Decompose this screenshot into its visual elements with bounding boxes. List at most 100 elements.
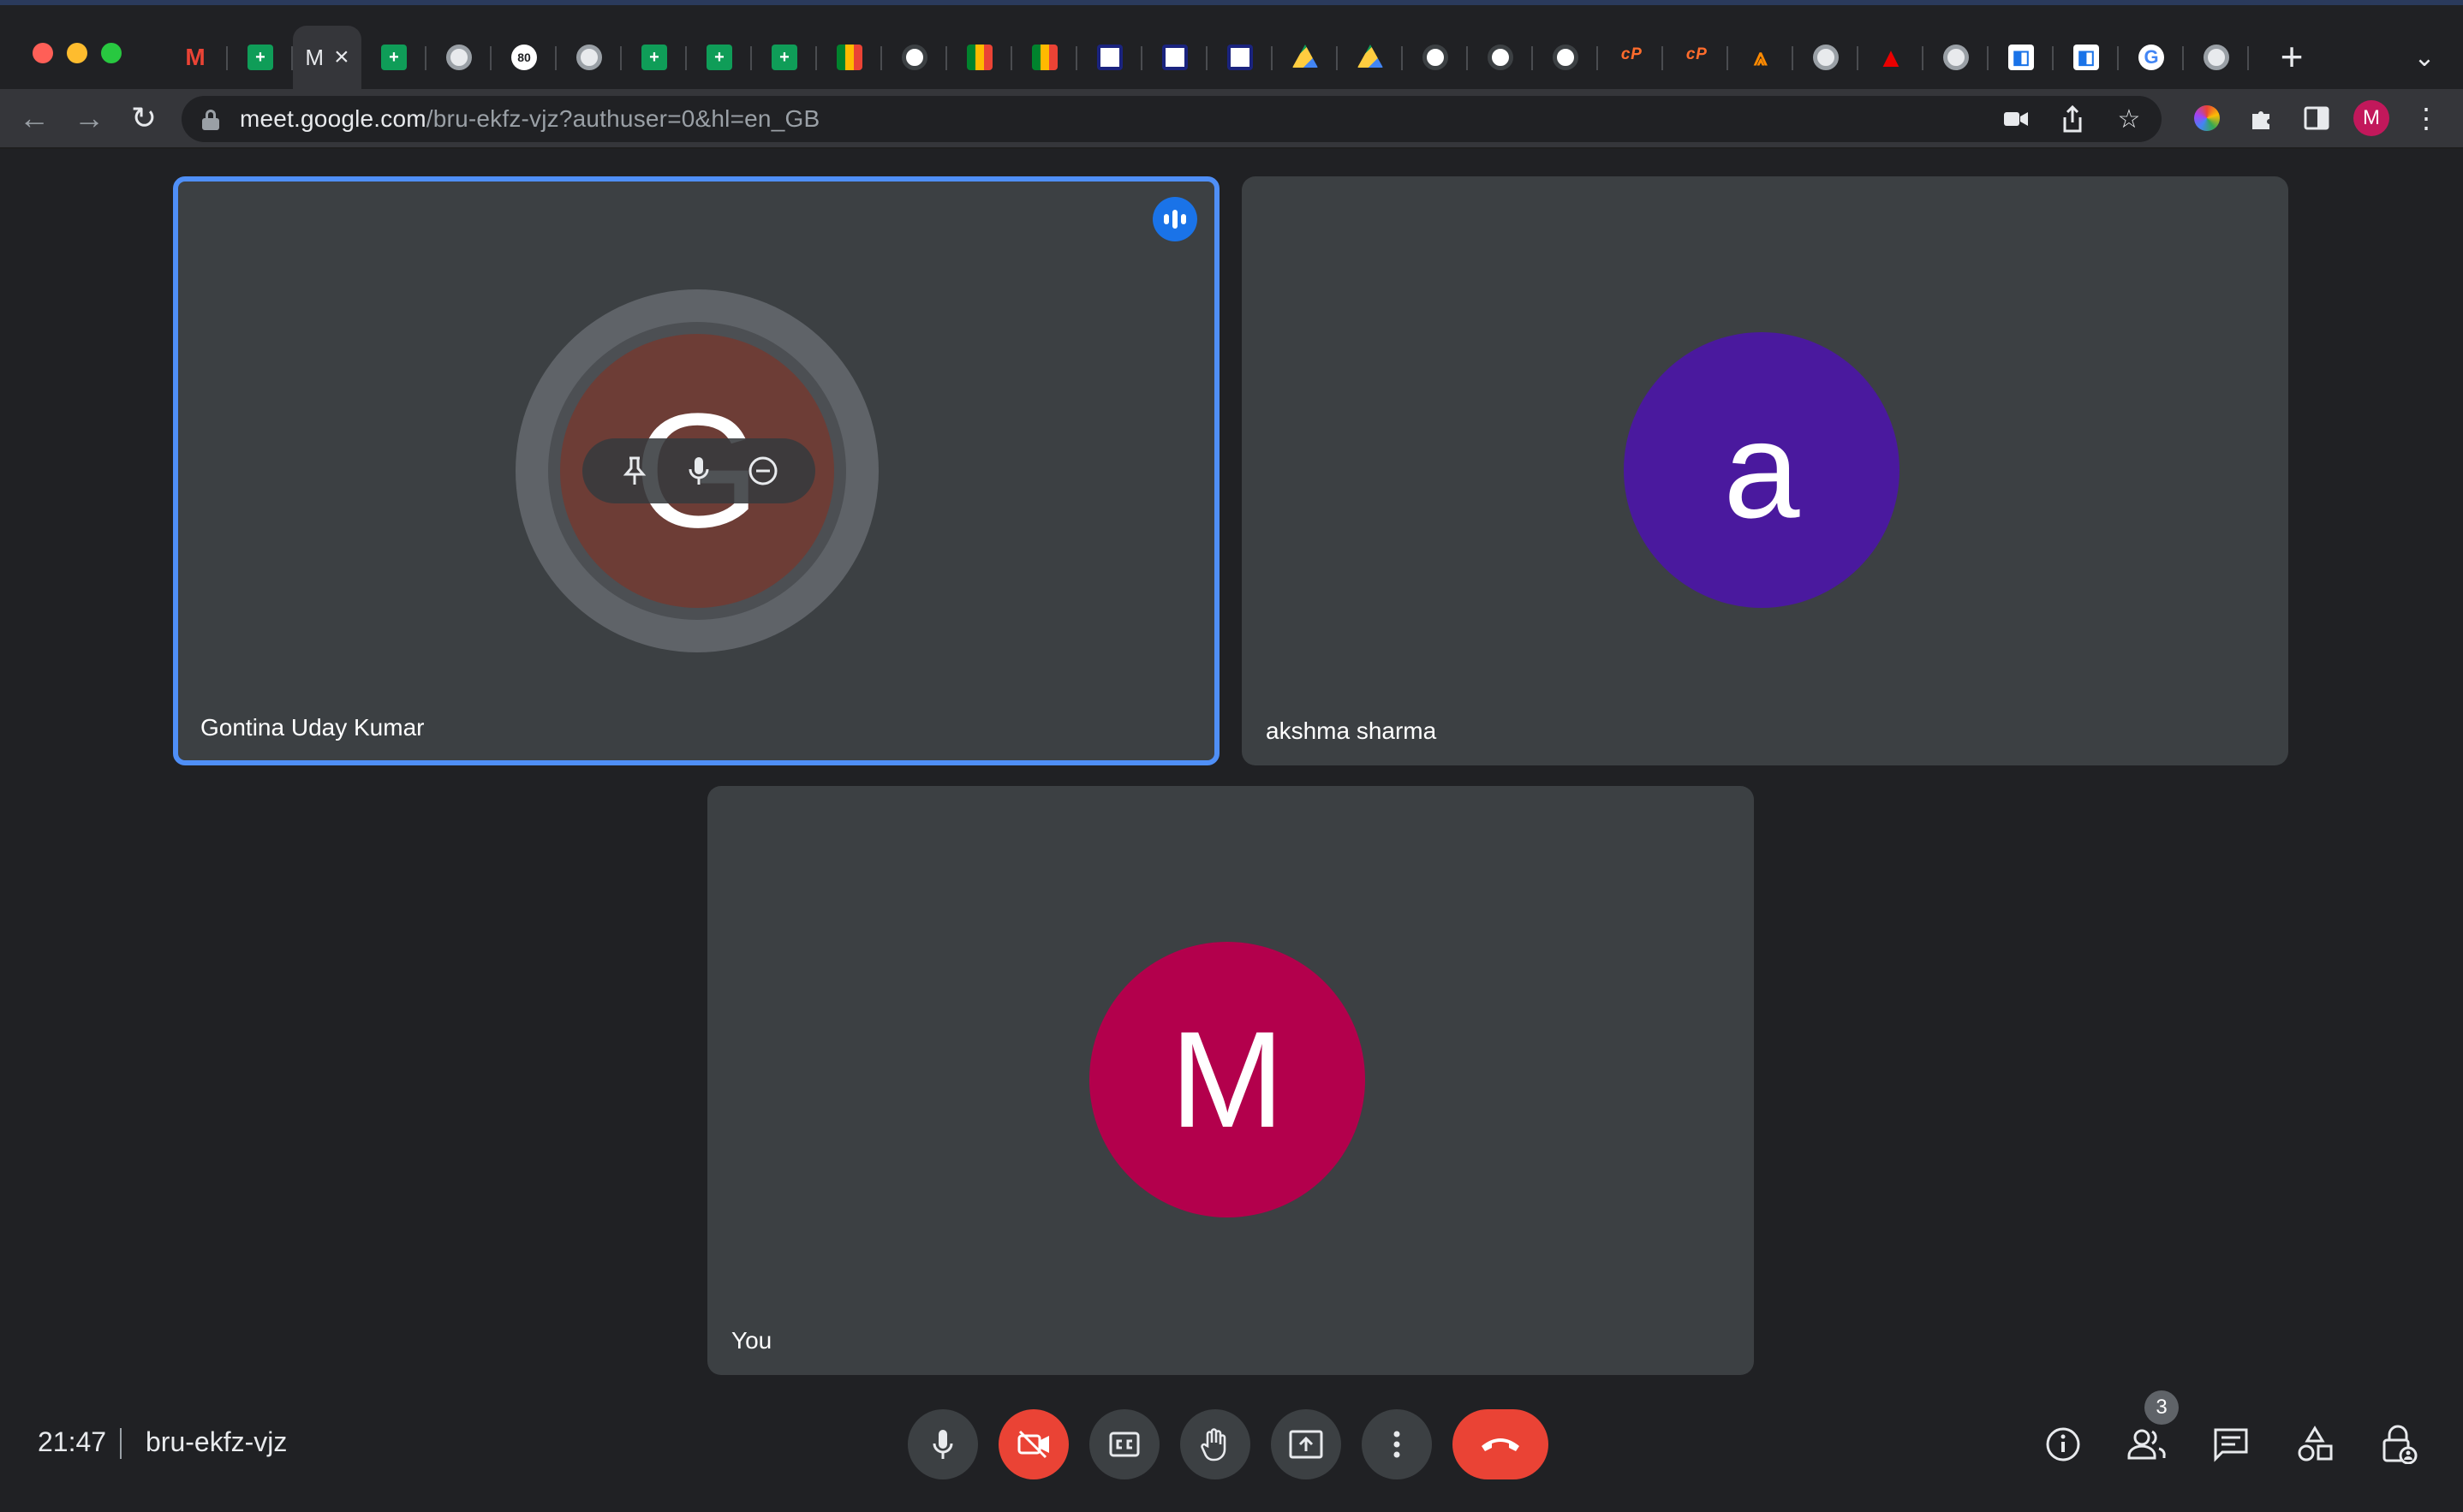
address-bar[interactable]: meet.google.com/bru-ekfz-vjz?authuser=0&… [182,96,2162,142]
closed-captions-icon [1109,1432,1140,1457]
meeting-clock: 21:47 [38,1426,107,1457]
participant-tile-self[interactable]: M You [707,786,1754,1375]
globe-icon [2204,45,2229,70]
bookmark-star-icon[interactable]: ☆ [2114,104,2144,134]
reload-icon[interactable]: ↻ [123,98,164,139]
tab-globe[interactable] [1533,26,1598,89]
present-screen-icon [1289,1430,1323,1459]
meeting-side-controls: 3 [2037,1390,2425,1471]
globe-icon [576,45,602,70]
browser-menu-icon[interactable]: ⋮ [2408,100,2444,136]
tab-sheets[interactable]: + [752,26,817,89]
tab-gmail[interactable]: M [163,26,228,89]
tab-globe[interactable] [1923,26,1989,89]
meeting-details-button[interactable] [2037,1418,2090,1471]
url-text[interactable]: meet.google.com/bru-ekfz-vjz?authuser=0&… [240,105,820,133]
book-icon: ◧ [2073,45,2099,70]
share-icon[interactable] [2057,104,2088,134]
meet-icon [1032,45,1058,70]
tab-sheets[interactable]: + [228,26,293,89]
back-arrow-icon[interactable]: ← [14,98,55,139]
globe-icon [1553,45,1578,70]
close-tab-icon[interactable]: × [334,43,349,72]
meeting-code: bru-ekfz-vjz [146,1426,288,1457]
pin-icon[interactable] [616,452,653,490]
profile-avatar[interactable]: M [2353,100,2389,136]
tab-acrobat[interactable]: ▲ [1858,26,1923,89]
lock-icon[interactable] [200,108,221,130]
divider [120,1428,122,1459]
activities-button[interactable] [2288,1418,2341,1471]
tab-meet[interactable] [1012,26,1077,89]
tab-drive[interactable] [1338,26,1403,89]
maximize-window-button[interactable] [101,43,122,63]
host-controls-button[interactable] [2372,1418,2425,1471]
tab-search-chevron-icon[interactable]: ⌄ [2403,36,2446,79]
tab-book[interactable]: ◧ [2054,26,2119,89]
vi-icon [1162,45,1188,70]
extensions-puzzle-icon[interactable] [2244,100,2280,136]
people-icon [2127,1429,2166,1460]
tab-vi[interactable] [1208,26,1273,89]
tab-globe[interactable] [426,26,492,89]
tab-bridge[interactable]: ⩓ [1728,26,1793,89]
people-button[interactable]: 3 [2120,1390,2179,1471]
tab-cp[interactable]: ᶜᴾ [1598,26,1663,89]
microphone-button[interactable] [908,1409,978,1479]
globe-icon [1813,45,1839,70]
new-tab-button[interactable]: + [2269,34,2314,79]
tab-globe[interactable] [1468,26,1533,89]
chat-button[interactable] [2204,1418,2257,1471]
minimize-window-button[interactable] [67,43,87,63]
tab-meet[interactable] [817,26,882,89]
tab-sheets[interactable]: + [687,26,752,89]
more-options-button[interactable] [1362,1409,1432,1479]
tile-hover-controls [582,438,815,503]
tab-globe[interactable] [557,26,622,89]
sheets-icon: + [381,45,407,70]
raise-hand-button[interactable] [1180,1409,1250,1479]
tab-drive[interactable] [1273,26,1338,89]
meet-icon [967,45,993,70]
host-controls-lock-icon [2382,1425,2418,1464]
microphone-icon [933,1430,953,1459]
tab-sheets[interactable]: + [622,26,687,89]
tab-meet[interactable] [947,26,1012,89]
leave-call-button[interactable] [1452,1409,1548,1479]
acrobat-icon: ▲ [1877,41,1905,73]
cp-icon: ᶜᴾ [1685,44,1707,70]
tab-vi[interactable] [1142,26,1208,89]
close-window-button[interactable] [33,43,53,63]
mute-participant-mic-icon[interactable] [680,452,718,490]
vi-icon [1097,45,1123,70]
tab-sheets[interactable]: + [361,26,426,89]
tab-whatsapp[interactable]: 80 [492,26,557,89]
tab-globe[interactable] [2184,26,2249,89]
camera-in-use-icon[interactable] [2001,104,2031,134]
remove-participant-icon[interactable] [744,452,782,490]
globe-icon [1488,45,1513,70]
chat-icon [2214,1428,2248,1462]
forward-arrow-icon[interactable]: → [69,98,110,139]
color-extension-icon[interactable] [2189,100,2225,136]
participant-tile-gontina[interactable]: G Gontina Uday Kumar [173,176,1220,765]
camera-off-button[interactable] [999,1409,1069,1479]
sheets-icon: + [707,45,732,70]
present-screen-button[interactable] [1271,1409,1341,1479]
side-panel-icon[interactable] [2299,100,2335,136]
hang-up-icon [1482,1438,1519,1451]
tab-globe[interactable] [882,26,947,89]
tab-globe[interactable] [1793,26,1858,89]
tab-globe[interactable] [1403,26,1468,89]
tab-meet-active[interactable]: M × [293,26,361,89]
tab-cp[interactable]: ᶜᴾ [1663,26,1728,89]
tab-google[interactable]: G [2119,26,2184,89]
call-controls [908,1409,1548,1479]
gmail-icon: M [185,44,206,70]
tab-book[interactable]: ◧ [1989,26,2054,89]
sheets-icon: + [772,45,797,70]
more-vert-icon [1393,1431,1400,1458]
tab-vi[interactable] [1077,26,1142,89]
captions-button[interactable] [1089,1409,1160,1479]
participant-tile-akshma[interactable]: a akshma sharma [1242,176,2288,765]
